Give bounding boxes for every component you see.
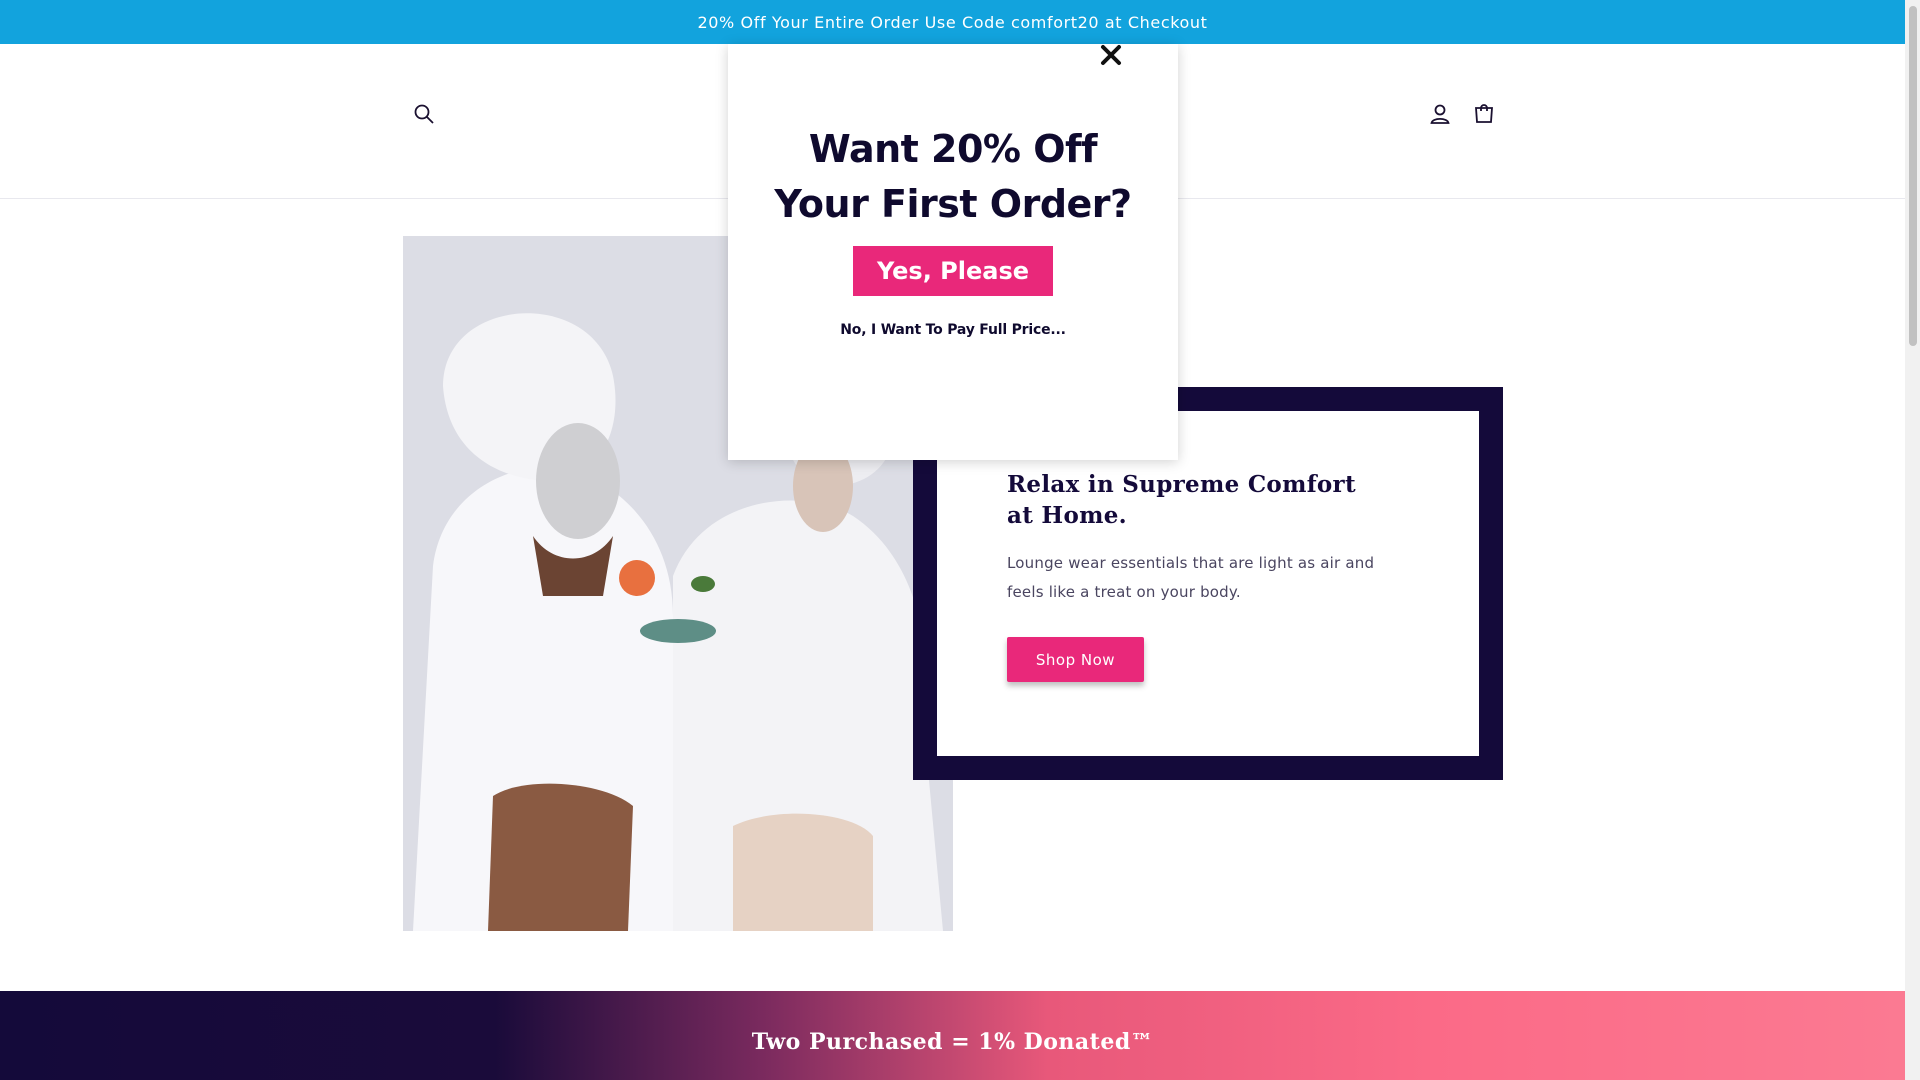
donation-banner: Two Purchased = 1% Donated™ <box>0 991 1905 1080</box>
popup-yes-button[interactable]: Yes, Please <box>853 246 1053 296</box>
search-button[interactable] <box>404 94 444 134</box>
hero-content-card: Relax in Supreme Comfort at Home. Lounge… <box>937 411 1479 756</box>
popup-heading: Want 20% Off Your First Order? <box>728 122 1178 232</box>
cart-icon <box>1475 104 1493 123</box>
popup-close-button[interactable] <box>1094 38 1128 72</box>
scrollbar-thumb[interactable] <box>1909 6 1917 346</box>
shop-now-button[interactable]: Shop Now <box>1007 637 1144 682</box>
close-icon <box>1101 45 1121 65</box>
donation-text: Two Purchased = 1% Donated™ <box>751 1028 1154 1055</box>
popup-decline-link[interactable]: No, I Want To Pay Full Price... <box>728 322 1178 338</box>
announcement-bar: 20% Off Your Entire Order Use Code comfo… <box>0 0 1905 44</box>
hero-description: Lounge wear essentials that are light as… <box>1007 554 1375 601</box>
popup-heading-line1: Want 20% Off <box>808 127 1098 171</box>
popup-heading-line2: Your First Order? <box>774 182 1132 226</box>
search-icon <box>414 104 434 124</box>
announcement-text: 20% Off Your Entire Order Use Code comfo… <box>697 12 1208 32</box>
discount-popup: Want 20% Off Your First Order? Yes, Plea… <box>728 44 1178 460</box>
page-scrollbar[interactable] <box>1905 0 1920 1080</box>
account-button[interactable] <box>1420 94 1460 134</box>
account-icon <box>1430 104 1450 124</box>
cart-button[interactable] <box>1464 94 1504 134</box>
hero-title: Relax in Supreme Comfort at Home. <box>1007 471 1356 529</box>
